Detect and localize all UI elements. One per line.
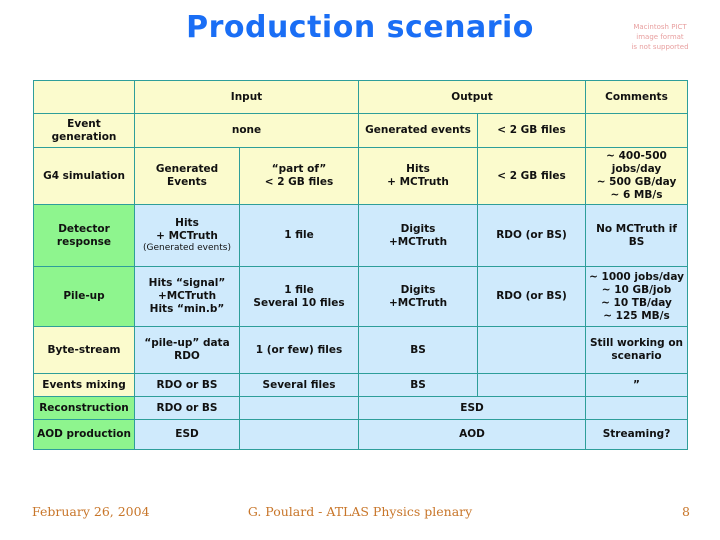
- cell-output-reconstruction: ESD: [358, 396, 586, 420]
- header-comments: Comments: [585, 80, 688, 114]
- cell-input1-detector-response: Hits + MCTruth (Generated events): [134, 204, 240, 267]
- cell-output2-detector-response: RDO (or BS): [477, 204, 586, 267]
- cell-output1-detector-response: Digits +MCTruth: [358, 204, 478, 267]
- row-stage-g4-simulation: G4 simulation: [33, 147, 135, 205]
- text-line: “part of”: [271, 163, 327, 175]
- text-line: ~ 400-500 jobs/day: [606, 150, 667, 175]
- row-stage-reconstruction: Reconstruction: [33, 396, 135, 420]
- pict-image-placeholder: Macintosh PICT image format is not suppo…: [612, 22, 708, 52]
- header-stage: [33, 80, 135, 114]
- text-line: +MCTruth: [388, 296, 448, 309]
- production-scenario-table: Input Output Comments Event generation n…: [33, 80, 688, 450]
- cell-input2-events-mixing: Several files: [239, 373, 359, 397]
- text-line: “pile-up” data: [144, 337, 230, 349]
- cell-comments-aod-production: Streaming?: [585, 419, 688, 450]
- cell-output1-pile-up: Digits +MCTruth: [358, 266, 478, 327]
- pict-placeholder-line-2: image format: [636, 33, 684, 41]
- text-line: ~ 6 MB/s: [610, 189, 663, 201]
- footer-page-number: 8: [682, 504, 690, 519]
- cell-comments-g4-simulation: ~ 400-500 jobs/day ~ 500 GB/day ~ 6 MB/s: [585, 147, 688, 205]
- row-stage-pile-up: Pile-up: [33, 266, 135, 327]
- cell-input1-detector-response-sub: (Generated events): [143, 243, 231, 253]
- text-line: Several 10 files: [253, 296, 345, 309]
- cell-input2-byte-stream: 1 (or few) files: [239, 326, 359, 374]
- text-line: + MCTruth: [156, 230, 218, 242]
- cell-input1-g4-simulation: Generated Events: [134, 147, 240, 205]
- text-line: Hits “min.b”: [149, 303, 225, 315]
- row-stage-events-mixing: Events mixing: [33, 373, 135, 397]
- table-row: Detector response Hits + MCTruth (Generat…: [33, 204, 688, 267]
- cell-input2-aod-production: [239, 419, 359, 450]
- pict-placeholder-line-1: Macintosh PICT: [633, 23, 687, 31]
- text-line: < 2 GB files: [264, 176, 334, 188]
- table-row: AOD production ESD AOD Streaming?: [33, 419, 688, 450]
- cell-output2-g4-simulation: < 2 GB files: [477, 147, 586, 205]
- table-row: G4 simulation Generated Events “part of”…: [33, 147, 688, 205]
- cell-output1-events-mixing: BS: [358, 373, 478, 397]
- cell-comments-event-generation: [585, 113, 688, 148]
- cell-input2-reconstruction: [239, 396, 359, 420]
- row-stage-byte-stream: Byte-stream: [33, 326, 135, 374]
- text-line: Hits: [406, 163, 430, 175]
- table-row: Byte-stream “pile-up” data RDO 1 (or few)…: [33, 326, 688, 374]
- text-line: ~ 500 GB/day: [596, 176, 677, 188]
- cell-input1-reconstruction: RDO or BS: [134, 396, 240, 420]
- cell-output2-events-mixing: [477, 373, 586, 397]
- cell-input2-detector-response: 1 file: [239, 204, 359, 267]
- row-stage-detector-response: Detector response: [33, 204, 135, 267]
- header-input: Input: [134, 80, 359, 114]
- cell-comments-pile-up: ~ 1000 jobs/day ~ 10 GB/job ~ 10 TB/day ~ 1…: [585, 266, 688, 327]
- cell-comments-byte-stream: Still working on scenario: [585, 326, 688, 374]
- text-line: Digits: [400, 283, 436, 296]
- pict-placeholder-line-3: is not supported: [631, 43, 689, 51]
- header-output: Output: [358, 80, 586, 114]
- row-stage-aod-production: AOD production: [33, 419, 135, 450]
- cell-input1-byte-stream: “pile-up” data RDO: [134, 326, 240, 374]
- cell-comments-detector-response: No MCTruth if BS: [585, 204, 688, 267]
- table-row: Reconstruction RDO or BS ESD: [33, 396, 688, 420]
- text-line: Hits: [175, 217, 199, 229]
- text-line: 1 file: [284, 283, 314, 296]
- text-line: RDO: [174, 350, 200, 362]
- cell-output1-event-generation: Generated events: [358, 113, 478, 148]
- text-line: ~ 1000 jobs/day: [589, 270, 684, 283]
- text-line: ~ 10 TB/day: [601, 296, 672, 309]
- cell-output-aod-production: AOD: [358, 419, 586, 450]
- table-row: Events mixing RDO or BS Several files BS…: [33, 373, 688, 397]
- row-stage-event-generation: Event generation: [33, 113, 135, 148]
- cell-input1-events-mixing: RDO or BS: [134, 373, 240, 397]
- cell-output2-event-generation: < 2 GB files: [477, 113, 586, 148]
- cell-comments-reconstruction: [585, 396, 688, 420]
- table-header-row: Input Output Comments: [33, 80, 688, 114]
- table-row: Pile-up Hits “signal” +MCTruth Hits “min.b…: [33, 266, 688, 327]
- table-row: Event generation none Generated events <…: [33, 113, 688, 148]
- cell-output2-byte-stream: [477, 326, 586, 374]
- cell-input-event-generation: none: [134, 113, 359, 148]
- cell-output1-g4-simulation: Hits + MCTruth: [358, 147, 478, 205]
- cell-comments-events-mixing: ”: [585, 373, 688, 397]
- cell-input1-aod-production: ESD: [134, 419, 240, 450]
- footer-author: G. Poulard - ATLAS Physics plenary: [247, 504, 473, 519]
- cell-input2-g4-simulation: “part of” < 2 GB files: [239, 147, 359, 205]
- cell-output2-pile-up: RDO (or BS): [477, 266, 586, 327]
- cell-input1-pile-up: Hits “signal” +MCTruth Hits “min.b”: [134, 266, 240, 327]
- text-line: ~ 10 GB/job: [601, 283, 672, 296]
- cell-output1-byte-stream: BS: [358, 326, 478, 374]
- text-line: +MCTruth: [157, 290, 217, 302]
- text-line: ~ 125 MB/s: [603, 309, 670, 322]
- text-line: Digits: [400, 222, 436, 235]
- text-line: + MCTruth: [387, 176, 449, 188]
- slide-footer: February 26, 2004 G. Poulard - ATLAS Phy…: [0, 504, 720, 522]
- cell-input1-detector-response-main: Hits + MCTruth: [138, 217, 236, 243]
- text-line: Hits “signal”: [148, 277, 226, 289]
- cell-input2-pile-up: 1 file Several 10 files: [239, 266, 359, 327]
- text-line: +MCTruth: [388, 235, 448, 248]
